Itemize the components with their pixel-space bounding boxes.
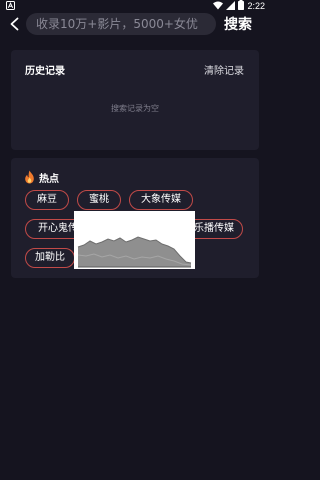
chevron-left-icon <box>10 17 19 31</box>
status-icons: 2:22 <box>213 0 265 12</box>
history-title: 历史记录 <box>25 66 65 77</box>
wifi-icon <box>213 1 224 12</box>
status-time: 2:22 <box>247 1 265 11</box>
signal-icon <box>226 0 236 12</box>
hot-tag-row-1: 麻豆 蜜桃 大象传媒 <box>11 184 259 210</box>
search-bar: 搜索 <box>0 12 270 36</box>
search-screen: 2:22 搜索 历史记录 清除记录 搜索记录为空 热点 麻豆 <box>0 0 270 480</box>
hot-tag[interactable]: 大象传媒 <box>129 190 193 210</box>
hot-tag[interactable]: 麻豆 <box>25 190 69 210</box>
status-bar: 2:22 <box>0 0 270 12</box>
search-input[interactable] <box>26 13 216 35</box>
notification-icon <box>6 1 15 10</box>
hot-tag[interactable]: 加勒比 <box>25 248 75 268</box>
thumbnail-image <box>74 211 195 269</box>
history-empty-text: 搜索记录为空 <box>111 104 159 113</box>
hot-tag[interactable]: 蜜桃 <box>77 190 121 210</box>
search-field <box>26 13 216 35</box>
battery-icon <box>238 0 245 12</box>
clear-history-button[interactable]: 清除记录 <box>204 62 244 77</box>
back-button[interactable] <box>7 16 23 32</box>
history-card: 历史记录 清除记录 搜索记录为空 <box>11 50 259 150</box>
search-button[interactable]: 搜索 <box>224 14 264 34</box>
